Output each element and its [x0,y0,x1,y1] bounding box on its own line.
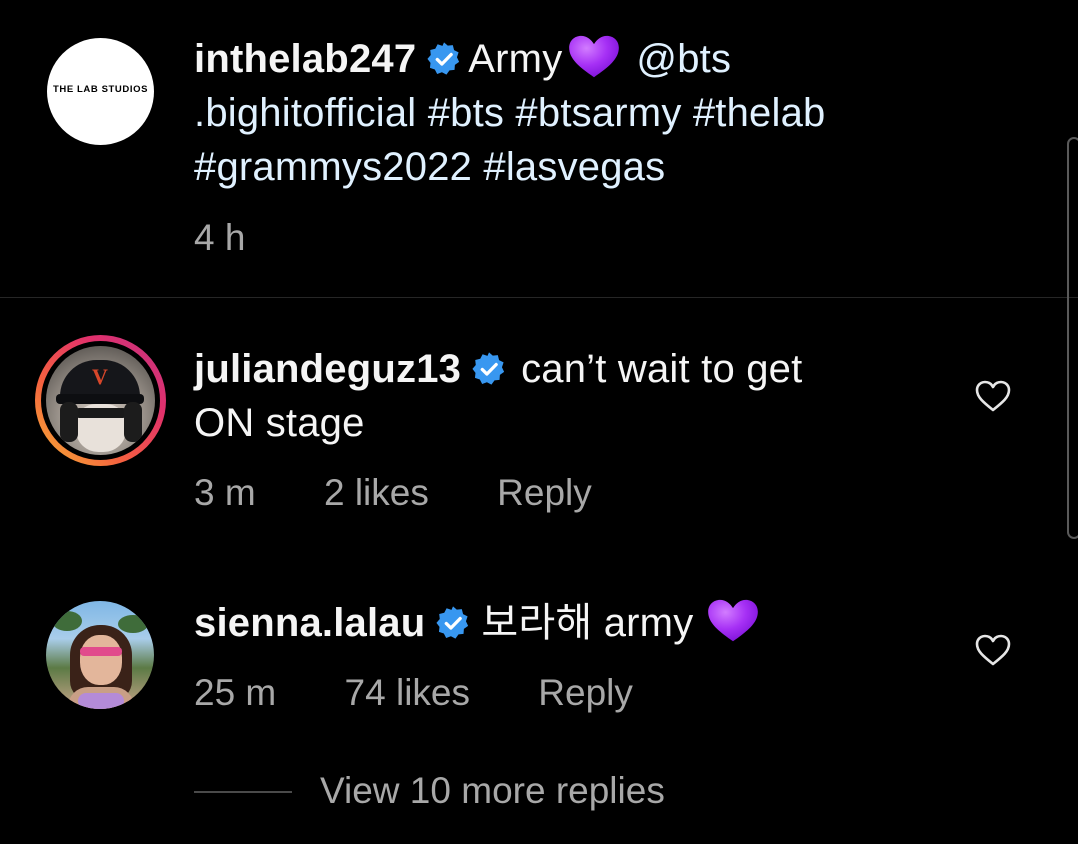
comment-username[interactable]: juliandeguz13 [194,347,461,391]
reply-button[interactable]: Reply [497,472,592,513]
purple-heart-emoji [569,35,620,78]
post-author-avatar[interactable]: THE LAB STUDIOS [47,38,154,145]
reply-button[interactable]: Reply [538,672,633,713]
comment-timestamp: 25 m [194,672,277,713]
comment-avatar-story-ring[interactable]: V [35,335,166,466]
caption-line-2[interactable]: .bighitofficial #bts #btsarmy #thelab [194,86,825,140]
caption-divider [0,297,1078,298]
purple-heart-emoji [708,599,759,642]
comment-avatar[interactable] [46,601,154,709]
comment-avatar: V [46,346,155,455]
heart-outline-icon[interactable] [974,633,1012,667]
comment-body-line-1: can’t wait to get [521,347,803,391]
caption-text-army: Army [468,37,563,81]
post-meta: 4 h [194,217,303,259]
post-caption: inthelab247 Army @bts .bighitofficial #b… [194,32,825,194]
view-more-replies[interactable]: View 10 more replies [194,770,665,812]
caption-mention-bts[interactable]: @bts [636,37,731,81]
comment-meta: 3 m 2 likes Reply [194,472,650,514]
caption-line-1: inthelab247 Army @bts [194,32,825,86]
comment-body: 보라해 army [481,601,694,645]
post-timestamp: 4 h [194,217,246,258]
avatar-logo-text: THE LAB STUDIOS [52,84,149,95]
comment-likes-count[interactable]: 2 likes [324,472,429,513]
heart-outline-icon[interactable] [974,379,1012,413]
comment-username[interactable]: sienna.lalau [194,601,425,645]
verified-badge-icon [472,352,505,385]
caption-line-3[interactable]: #grammys2022 #lasvegas [194,140,825,194]
view-more-line [194,791,292,793]
comment-timestamp: 3 m [194,472,256,513]
comment-text: sienna.lalau 보라해 army [194,596,761,650]
scrollbar[interactable] [1067,137,1078,539]
comment-text: juliandeguz13 can’t wait to get ON stage [194,342,802,450]
comment-meta: 25 m 74 likes Reply [194,672,691,714]
view-more-label: View 10 more replies [320,770,665,811]
comment-body-line-2: ON stage [194,401,365,445]
comment-likes-count[interactable]: 74 likes [345,672,470,713]
cap-letter: V [92,364,108,389]
post-username[interactable]: inthelab247 [194,37,416,81]
verified-badge-icon [436,606,469,639]
verified-badge-icon [427,42,460,75]
